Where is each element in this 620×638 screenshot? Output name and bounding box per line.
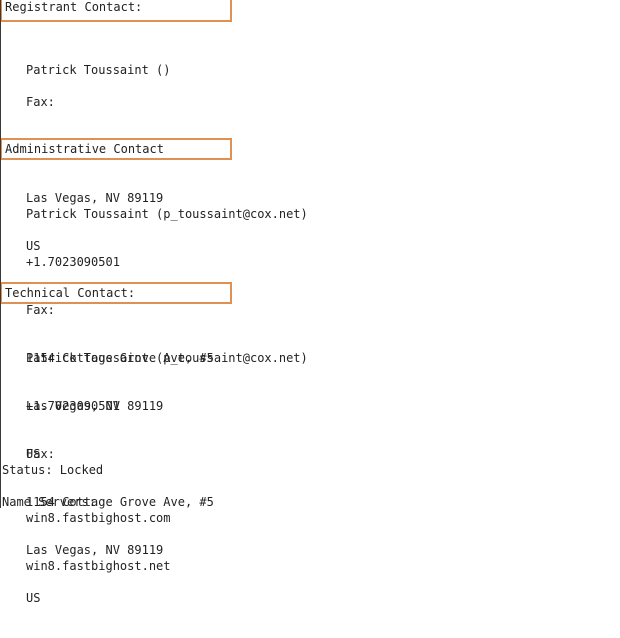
- administrative-phone: +1.7023090501: [26, 255, 120, 269]
- name-servers-list: win8.fastbighost.com win8.fastbighost.ne…: [0, 478, 171, 606]
- administrative-name-line: Patrick Toussaint (p_toussaint@cox.net): [26, 207, 308, 221]
- administrative-fax-label: Fax:: [26, 303, 55, 317]
- technical-phone: +1.7023090501: [26, 399, 120, 413]
- section-header-administrative-contact: Administrative Contact: [0, 138, 232, 160]
- whois-record-document: Registrant Contact: Patrick Toussaint ()…: [0, 0, 620, 605]
- technical-name-line: Patrick Toussaint (p_toussaint@cox.net): [26, 351, 308, 365]
- section-header-technical-contact: Technical Contact:: [0, 282, 232, 304]
- section-header-registrant-contact: Registrant Contact:: [0, 0, 232, 22]
- section-header-technical-contact-label: Technical Contact:: [5, 286, 136, 300]
- page-left-rule: [0, 0, 1, 508]
- name-server-item: win8.fastbighost.net: [26, 559, 171, 573]
- section-header-registrant-contact-label: Registrant Contact:: [5, 0, 143, 14]
- section-header-administrative-contact-label: Administrative Contact: [5, 142, 164, 156]
- name-server-item: win8.fastbighost.com: [26, 511, 171, 525]
- registrant-fax-label: Fax:: [26, 95, 55, 109]
